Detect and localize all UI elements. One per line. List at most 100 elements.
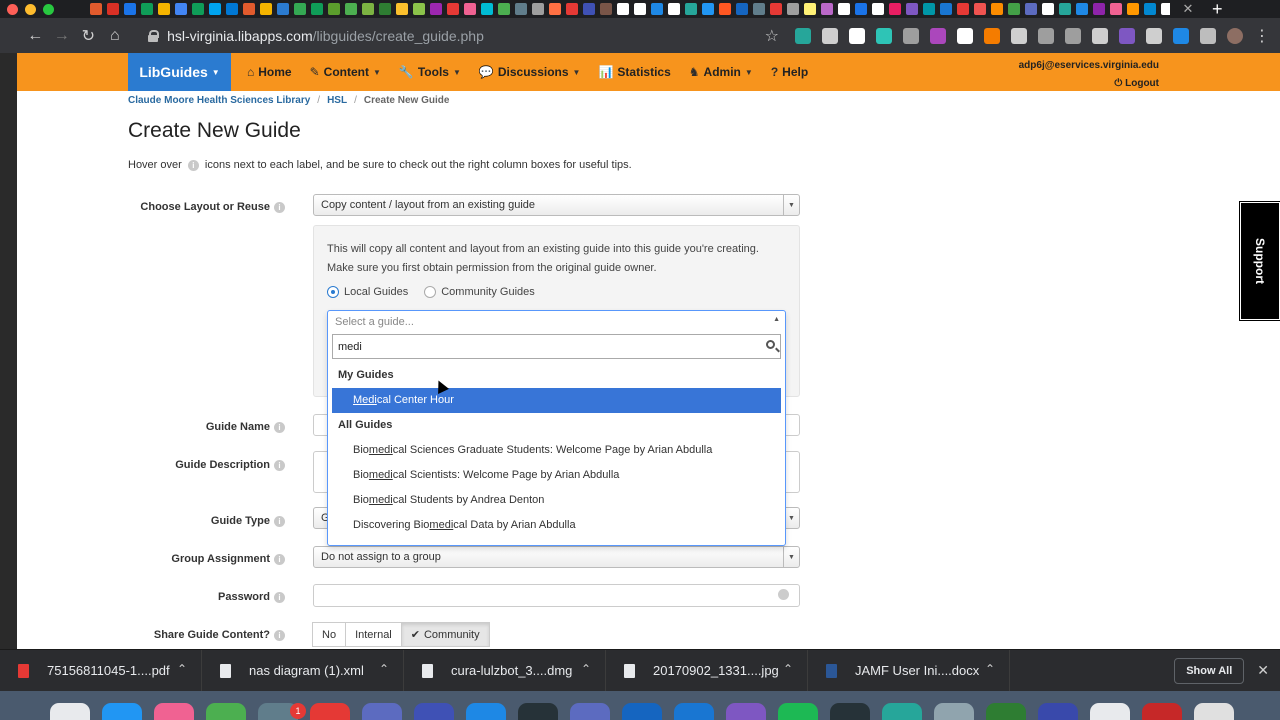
dock-app-icon-6[interactable] xyxy=(362,703,402,720)
password-manager-icon[interactable] xyxy=(778,589,789,600)
pinned-tab-favicon-32[interactable] xyxy=(634,3,646,15)
pinned-tab-favicon-50[interactable] xyxy=(940,3,952,15)
extension-icon-13[interactable] xyxy=(1146,27,1162,44)
support-tab[interactable]: Support xyxy=(1239,201,1280,321)
pinned-tab-favicon-56[interactable] xyxy=(1042,3,1054,15)
pinned-tab-favicon-10[interactable] xyxy=(260,3,272,15)
extension-icon-15[interactable] xyxy=(1200,27,1216,44)
pinned-tab-favicon-36[interactable] xyxy=(702,3,714,15)
pinned-tab-favicon-14[interactable] xyxy=(328,3,340,15)
nav-help[interactable]: ? Help xyxy=(763,53,818,91)
pinned-tab-favicon-38[interactable] xyxy=(736,3,748,15)
home-icon[interactable]: ⌂ xyxy=(102,27,129,45)
pinned-tab-favicon-48[interactable] xyxy=(906,3,918,15)
breadcrumb-hsl[interactable]: HSL xyxy=(327,95,347,106)
libguides-menu-button[interactable]: LibGuides ▼ xyxy=(128,53,231,91)
pinned-tab-favicon-55[interactable] xyxy=(1025,3,1037,15)
pinned-tab-favicon-6[interactable] xyxy=(192,3,204,15)
pinned-tab-favicon-61[interactable] xyxy=(1127,3,1139,15)
extension-icon-6[interactable] xyxy=(957,27,973,44)
dock-app-icon-0[interactable] xyxy=(50,703,90,720)
forward-arrow-icon[interactable]: → xyxy=(49,27,76,45)
pinned-tab-favicon-19[interactable] xyxy=(413,3,425,15)
pinned-tab-favicon-42[interactable] xyxy=(804,3,816,15)
info-icon[interactable]: i xyxy=(274,515,285,527)
dock-app-icon-3[interactable] xyxy=(206,703,246,720)
pinned-tab-favicon-7[interactable] xyxy=(209,3,221,15)
guide-option[interactable]: Medical Center Hour xyxy=(332,388,781,413)
pinned-tab-favicon-16[interactable] xyxy=(362,3,374,15)
pinned-tab-favicon-26[interactable] xyxy=(532,3,544,15)
extension-icon-9[interactable] xyxy=(1038,27,1054,44)
pinned-tab-favicon-27[interactable] xyxy=(549,3,561,15)
download-item[interactable]: 20170902_1331....jpg ⌃ xyxy=(606,649,808,692)
pinned-tab-favicon-15[interactable] xyxy=(345,3,357,15)
pinned-tab-favicon-23[interactable] xyxy=(481,3,493,15)
pinned-tab-favicon-11[interactable] xyxy=(277,3,289,15)
pinned-tab-favicon-31[interactable] xyxy=(617,3,629,15)
address-bar[interactable]: hsl-virginia.libapps.com/libguides/creat… xyxy=(136,22,795,50)
pinned-tab-favicon-44[interactable] xyxy=(838,3,850,15)
pinned-tab-favicon-40[interactable] xyxy=(770,3,782,15)
nav-admin[interactable]: ♞ Admin ▼ xyxy=(681,53,763,91)
dock-app-icon-1[interactable] xyxy=(102,703,142,720)
pinned-tab-favicon-49[interactable] xyxy=(923,3,935,15)
pinned-tab-favicon-13[interactable] xyxy=(311,3,323,15)
pinned-tab-favicon-60[interactable] xyxy=(1110,3,1122,15)
kebab-menu-icon[interactable]: ⋮ xyxy=(1254,26,1270,46)
pinned-tab-favicon-62[interactable] xyxy=(1144,3,1156,15)
nav-discussions[interactable]: 💬 Discussions ▼ xyxy=(471,53,591,91)
nav-statistics[interactable]: 📊 Statistics xyxy=(590,53,680,91)
pinned-tab-favicon-59[interactable] xyxy=(1093,3,1105,15)
chevron-up-icon[interactable]: ⌃ xyxy=(985,662,995,676)
dock-app-icon-5[interactable] xyxy=(310,703,350,720)
pinned-tab-favicon-3[interactable] xyxy=(141,3,153,15)
pinned-tab-favicon-52[interactable] xyxy=(974,3,986,15)
minimize-window-button[interactable] xyxy=(25,3,36,15)
extension-icon-10[interactable] xyxy=(1065,27,1081,44)
dock-app-icon-8[interactable] xyxy=(466,703,506,720)
pinned-tab-favicon-24[interactable] xyxy=(498,3,510,15)
pinned-tab-favicon-22[interactable] xyxy=(464,3,476,15)
dock-app-icon-18[interactable] xyxy=(986,703,1026,720)
extension-icon-11[interactable] xyxy=(1092,27,1108,44)
pinned-tab-favicon-46[interactable] xyxy=(872,3,884,15)
pinned-tab-favicon-0[interactable] xyxy=(90,3,102,15)
pinned-tab-favicon-43[interactable] xyxy=(821,3,833,15)
dock-app-icon-21[interactable] xyxy=(1142,703,1182,720)
pinned-tab-favicon-29[interactable] xyxy=(583,3,595,15)
close-window-button[interactable] xyxy=(7,3,18,15)
pinned-tab-favicon-30[interactable] xyxy=(600,3,612,15)
info-icon[interactable]: i xyxy=(274,553,285,565)
pinned-tab-favicon-2[interactable] xyxy=(124,3,136,15)
guide-option[interactable]: Discovering Biomedical Data by Arian Abd… xyxy=(332,513,781,538)
logout-link[interactable]: ⏻ Logout xyxy=(1019,75,1159,93)
download-item[interactable]: JAMF User Ini....docx ⌃ xyxy=(808,649,1010,692)
pinned-tab-favicon-20[interactable] xyxy=(430,3,442,15)
pinned-tab-favicon-45[interactable] xyxy=(855,3,867,15)
dock-app-icon-11[interactable] xyxy=(622,703,662,720)
chevron-up-icon[interactable]: ⌃ xyxy=(177,662,187,676)
pinned-tab-favicon-54[interactable] xyxy=(1008,3,1020,15)
pinned-tab-favicon-25[interactable] xyxy=(515,3,527,15)
download-item[interactable]: 75156811045-1....pdf ⌃ xyxy=(0,649,202,692)
extension-icon-8[interactable] xyxy=(1011,27,1027,44)
radio-community-guides[interactable]: Community Guides xyxy=(424,286,535,298)
guide-select[interactable]: Select a guide... ▲ xyxy=(328,311,785,333)
breadcrumb-library[interactable]: Claude Moore Health Sciences Library xyxy=(128,95,310,106)
info-icon[interactable]: i xyxy=(274,201,285,213)
share-no-button[interactable]: No xyxy=(312,622,347,647)
dock-app-icon-16[interactable] xyxy=(882,703,922,720)
pinned-tab-favicon-57[interactable] xyxy=(1059,3,1071,15)
dock-app-icon-9[interactable] xyxy=(518,703,558,720)
pinned-tab-favicon-41[interactable] xyxy=(787,3,799,15)
info-icon[interactable]: i xyxy=(274,459,285,471)
guide-option[interactable]: Biomedical Scientists: Welcome Page by A… xyxy=(332,463,781,488)
share-internal-button[interactable]: Internal xyxy=(345,622,402,647)
dock-app-icon-13[interactable] xyxy=(726,703,766,720)
dock-app-icon-10[interactable] xyxy=(570,703,610,720)
pinned-tab-favicon-39[interactable] xyxy=(753,3,765,15)
info-icon[interactable]: i xyxy=(274,629,285,641)
pinned-tab-favicon-5[interactable] xyxy=(175,3,187,15)
pinned-tab-favicon-53[interactable] xyxy=(991,3,1003,15)
